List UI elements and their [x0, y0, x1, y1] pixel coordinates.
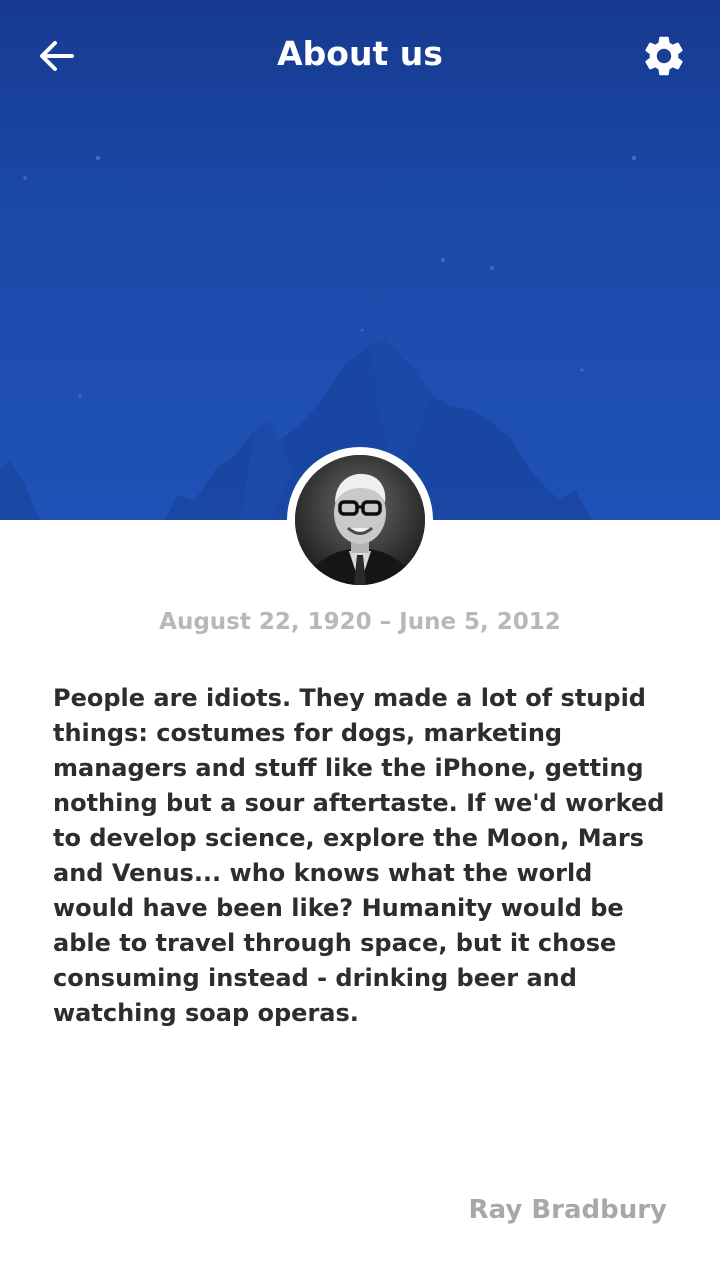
- settings-button[interactable]: [636, 28, 692, 84]
- page-title: About us: [277, 34, 443, 73]
- quote-text: People are idiots. They made a lot of st…: [53, 684, 665, 1027]
- author-portrait-image: [295, 455, 425, 585]
- gear-icon: [645, 36, 683, 76]
- arrow-left-icon: [40, 41, 74, 71]
- lifespan-dates: August 22, 1920 – June 5, 2012: [159, 609, 561, 635]
- avatar-frame: [287, 447, 433, 593]
- app-bar: About us: [0, 0, 720, 110]
- avatar: [295, 455, 425, 585]
- back-button[interactable]: [30, 30, 82, 82]
- quote-author: Ray Bradbury: [468, 1195, 667, 1225]
